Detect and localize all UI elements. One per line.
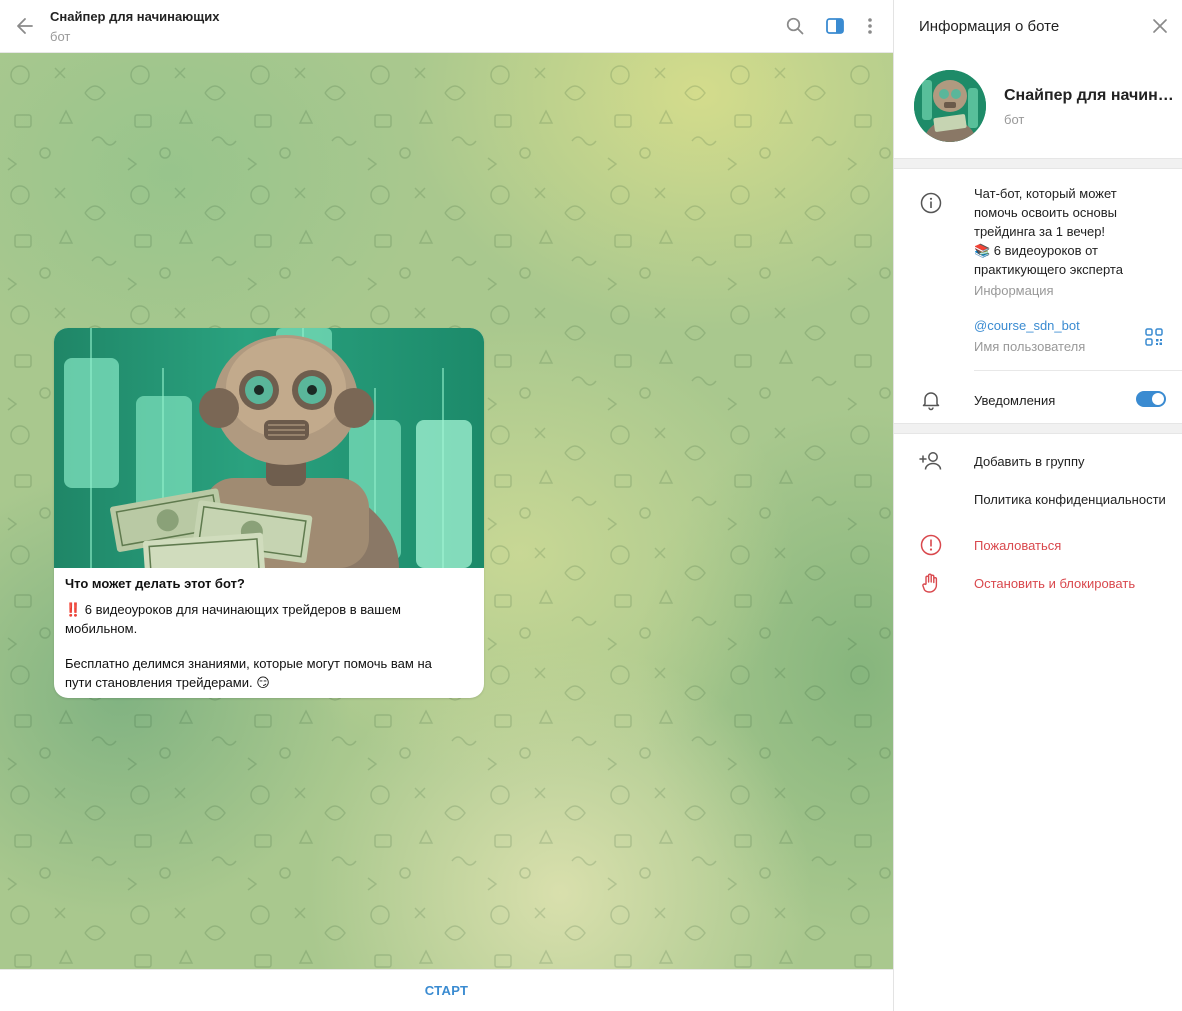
qr-code-button[interactable]: [1145, 328, 1163, 346]
chat-title[interactable]: Снайпер для начинающих: [50, 9, 219, 24]
search-icon: [786, 17, 804, 35]
report-icon: [919, 533, 943, 557]
section-divider: [894, 158, 1182, 169]
sidebar-icon: [826, 18, 844, 34]
username-link[interactable]: @course_sdn_bot: [974, 318, 1080, 333]
section-divider: [894, 423, 1182, 434]
bot-info-panel: Информация о боте Снайпер для начинающих…: [893, 0, 1182, 1011]
bot-preview-image: [54, 328, 484, 568]
avatar[interactable]: [914, 70, 986, 142]
username-label: Имя пользователя: [974, 339, 1086, 354]
bot-description-message: Что может делать этот бот? ‼️ 6 видеоуро…: [54, 328, 484, 698]
thin-divider: [974, 370, 1182, 371]
add-to-group-button[interactable]: Добавить в группу: [974, 454, 1179, 469]
bot-subtitle: бот: [1004, 112, 1025, 127]
search-button[interactable]: [783, 14, 807, 38]
notifications-toggle[interactable]: [1136, 391, 1166, 407]
about-line: Чат-бот, который может: [974, 186, 1117, 201]
chat-background: Что может делать этот бот? ‼️ 6 видеоуро…: [0, 53, 893, 969]
close-panel-button[interactable]: [1150, 16, 1170, 36]
add-user-icon: [919, 449, 943, 473]
chat-area: Снайпер для начинающих бот Что может дел…: [0, 0, 893, 1011]
info-icon: [919, 191, 943, 215]
message-line: Бесплатно делимся знаниями, которые могу…: [65, 656, 432, 671]
back-button[interactable]: [12, 13, 38, 39]
about-line: трейдинга за 1 вечер!: [974, 224, 1106, 239]
more-button[interactable]: [858, 14, 882, 38]
start-button[interactable]: СТАРТ: [425, 983, 469, 998]
close-icon: [1153, 19, 1167, 33]
composer-bar: СТАРТ: [0, 969, 893, 1011]
about-line: 📚 6 видеоуроков от: [974, 243, 1099, 258]
about-line: практикующего эксперта: [974, 262, 1123, 277]
more-vertical-icon: [868, 18, 872, 34]
toggle-knob: [1152, 393, 1164, 405]
chat-subtitle: бот: [50, 29, 71, 44]
bell-icon: [919, 388, 943, 412]
chat-header: Снайпер для начинающих бот: [0, 0, 893, 53]
message-title: Что может делать этот бот?: [65, 576, 245, 591]
message-line: мобильном.: [65, 621, 138, 636]
arrow-left-icon: [17, 18, 33, 34]
report-button[interactable]: Пожаловаться: [974, 538, 1179, 553]
sidebar-toggle-button[interactable]: [823, 14, 847, 38]
privacy-policy-button[interactable]: Политика конфиденциальности: [974, 492, 1179, 507]
about-line: помочь освоить основы: [974, 205, 1118, 220]
message-line: ‼️ 6 видеоуроков для начинающих трейдеро…: [65, 602, 401, 617]
stop-and-block-button[interactable]: Остановить и блокировать: [974, 576, 1179, 591]
message-line: пути становления трейдерами. 😏: [65, 675, 270, 690]
bot-name: Снайпер для начинающих: [1004, 87, 1174, 104]
panel-title: Информация о боте: [919, 18, 1060, 35]
hand-icon: [919, 571, 943, 595]
about-label: Информация: [974, 283, 1054, 298]
qr-code-icon: [1145, 328, 1163, 346]
